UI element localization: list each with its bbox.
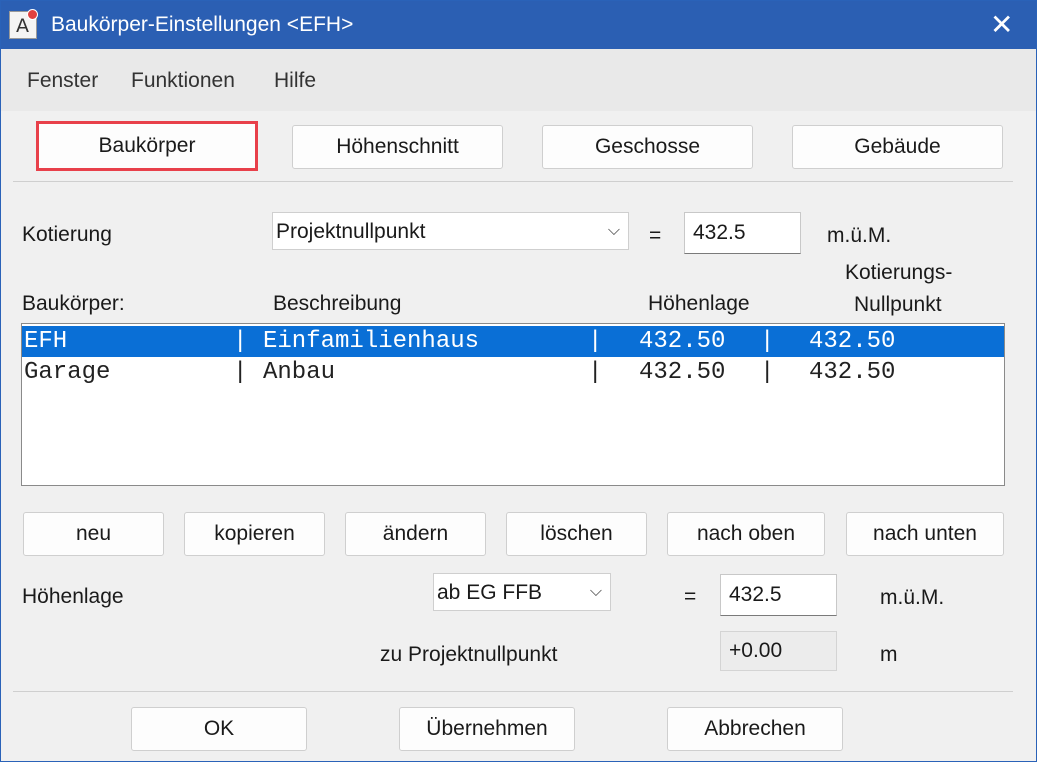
tab-hoehenschnitt[interactable]: Höhenschnitt bbox=[292, 125, 503, 169]
chevron-down-icon: ⌵ bbox=[607, 220, 620, 239]
dialog-window: A Baukörper-Einstellungen <EFH> ✕ Fenste… bbox=[0, 0, 1037, 762]
close-icon: ✕ bbox=[990, 8, 1014, 41]
ok-button[interactable]: OK bbox=[131, 707, 307, 751]
row-separator: | bbox=[588, 328, 603, 355]
neu-button[interactable]: neu bbox=[23, 512, 164, 556]
row-separator: | bbox=[233, 328, 248, 355]
row-separator: | bbox=[233, 359, 248, 386]
nach-unten-button[interactable]: nach unten bbox=[846, 512, 1004, 556]
nach-oben-button[interactable]: nach oben bbox=[667, 512, 825, 556]
header-kotierung-line1: Kotierungs- bbox=[845, 261, 953, 284]
kotierung-value-input[interactable]: 432.5 bbox=[684, 212, 801, 254]
separator-top bbox=[13, 181, 1013, 182]
row-name: EFH bbox=[24, 328, 68, 355]
app-icon[interactable]: A bbox=[9, 9, 38, 39]
tab-geschosse[interactable]: Geschosse bbox=[542, 125, 753, 169]
list-item-garage[interactable]: Garage | Anbau | 432.50 | 432.50 bbox=[22, 357, 1004, 388]
aendern-button[interactable]: ändern bbox=[345, 512, 486, 556]
loeschen-button[interactable]: löschen bbox=[506, 512, 647, 556]
app-icon-badge bbox=[27, 9, 38, 20]
chevron-down-icon: ⌵ bbox=[589, 581, 602, 600]
tab-gebaeude[interactable]: Gebäude bbox=[792, 125, 1003, 169]
row-separator: | bbox=[760, 359, 775, 386]
hoehenlage-unit: m.ü.M. bbox=[880, 586, 945, 609]
row-description: Anbau bbox=[263, 359, 336, 386]
row-height: 432.50 bbox=[639, 359, 726, 386]
baukoerper-list[interactable]: EFH | Einfamilienhaus | 432.50 | 432.50 … bbox=[21, 323, 1005, 486]
header-baukoerper: Baukörper: bbox=[22, 292, 125, 315]
menu-bar: Fenster Funktionen Hilfe bbox=[1, 49, 1036, 111]
hoehenlage-equals: = bbox=[684, 585, 697, 608]
app-icon-letter: A bbox=[16, 15, 29, 37]
kotierung-equals: = bbox=[649, 224, 662, 247]
hoehenlage-value-input[interactable]: 432.5 bbox=[720, 574, 837, 616]
hoehenlage-select-value: ab EG FFB bbox=[437, 581, 543, 604]
close-button[interactable]: ✕ bbox=[964, 1, 1036, 49]
projektnullpunkt-unit: m bbox=[880, 643, 898, 666]
kotierung-label: Kotierung bbox=[22, 223, 112, 246]
hoehenlage-label: Höhenlage bbox=[22, 585, 124, 608]
row-kotierung: 432.50 bbox=[809, 328, 896, 355]
title-bar[interactable]: A Baukörper-Einstellungen <EFH> ✕ bbox=[1, 1, 1036, 49]
menu-funktionen[interactable]: Funktionen bbox=[131, 69, 235, 93]
separator-bottom bbox=[13, 691, 1013, 692]
row-name: Garage bbox=[24, 359, 111, 386]
window-title: Baukörper-Einstellungen <EFH> bbox=[51, 13, 354, 36]
kotierung-select[interactable]: Projektnullpunkt ⌵ bbox=[272, 212, 629, 250]
tab-baukoerper[interactable]: Baukörper bbox=[36, 121, 258, 171]
row-description: Einfamilienhaus bbox=[263, 328, 480, 355]
apply-button[interactable]: Übernehmen bbox=[399, 707, 575, 751]
projektnullpunkt-offset-field: +0.00 bbox=[720, 631, 837, 671]
header-kotierung-line2: Nullpunkt bbox=[854, 293, 942, 316]
row-height: 432.50 bbox=[639, 328, 726, 355]
kopieren-button[interactable]: kopieren bbox=[184, 512, 325, 556]
kotierung-select-value: Projektnullpunkt bbox=[276, 220, 426, 243]
row-kotierung: 432.50 bbox=[809, 359, 896, 386]
list-item-efh[interactable]: EFH | Einfamilienhaus | 432.50 | 432.50 bbox=[22, 326, 1004, 357]
menu-fenster[interactable]: Fenster bbox=[27, 69, 98, 93]
menu-hilfe[interactable]: Hilfe bbox=[274, 69, 316, 93]
projektnullpunkt-label: zu Projektnullpunkt bbox=[380, 643, 558, 666]
row-separator: | bbox=[760, 328, 775, 355]
header-beschreibung: Beschreibung bbox=[273, 292, 402, 315]
header-hoehenlage: Höhenlage bbox=[648, 292, 750, 315]
row-separator: | bbox=[588, 359, 603, 386]
cancel-button[interactable]: Abbrechen bbox=[667, 707, 843, 751]
kotierung-unit: m.ü.M. bbox=[827, 224, 892, 247]
hoehenlage-select[interactable]: ab EG FFB ⌵ bbox=[433, 573, 611, 611]
